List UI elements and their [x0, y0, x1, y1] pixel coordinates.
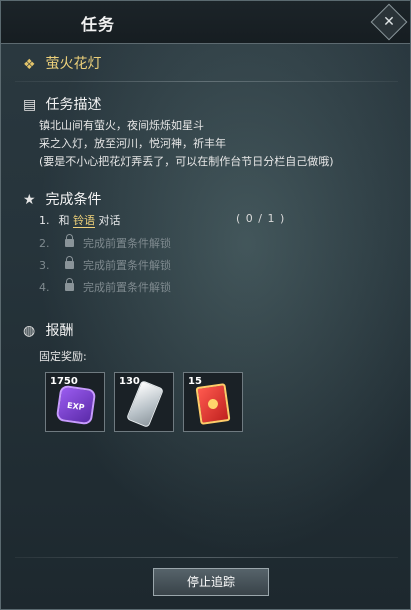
window-title: 任务	[81, 15, 116, 34]
condition-progress: ( 0 / 1 )	[236, 212, 286, 225]
document-icon: ▤	[23, 97, 37, 113]
lock-icon	[64, 234, 74, 247]
lock-icon	[64, 278, 74, 291]
description-line: 镇北山间有萤火，夜间烁烁如星斗	[39, 119, 204, 132]
close-icon: ✕	[383, 14, 395, 30]
quest-name-text: 萤火花灯	[45, 56, 102, 72]
quest-name: ❖ 萤火花灯	[23, 53, 101, 73]
divider	[15, 81, 398, 82]
red-envelope-icon	[195, 383, 231, 425]
condition-number: 2.	[39, 237, 50, 250]
section-description-label: 任务描述	[45, 97, 102, 113]
condition-text: 完成前置条件解锁	[83, 259, 171, 272]
reward-count: 130	[119, 376, 140, 387]
diamond-icon: ❖	[23, 57, 36, 73]
close-button[interactable]: ✕	[370, 3, 408, 41]
section-conditions-title: ★ 完成条件	[23, 189, 101, 209]
description-line: 采之入灯，放至河川，悦河神，祈丰年	[39, 137, 226, 150]
section-conditions-label: 完成条件	[45, 192, 102, 208]
reward-slot-exp[interactable]: 1750 EXP	[45, 372, 105, 432]
footer-divider	[15, 557, 398, 558]
condition-number: 3.	[39, 259, 50, 272]
exp-label: EXP	[66, 400, 86, 413]
stop-tracking-button[interactable]: 停止追踪	[153, 568, 269, 596]
condition-row-2: 2. 完成前置条件解锁	[39, 234, 171, 253]
condition-suffix: 对话	[98, 214, 121, 227]
section-description-title: ▤ 任务描述	[23, 94, 101, 114]
reward-slot-envelope[interactable]: 15	[183, 372, 243, 432]
section-rewards-label: 报酬	[45, 323, 74, 339]
condition-row-1: 1. 和 铃语 对话	[39, 212, 121, 230]
title-bar: 任务 ✕	[1, 1, 410, 44]
star-icon: ★	[23, 192, 36, 208]
quest-panel: 任务 ✕ ❖ 萤火花灯 ▤ 任务描述 镇北山间有萤火，夜间烁烁如星斗 采之入灯，…	[0, 0, 411, 610]
condition-text: 完成前置条件解锁	[83, 237, 171, 250]
coins-icon: ◍	[23, 323, 36, 339]
lock-icon	[64, 256, 74, 269]
condition-number: 4.	[39, 281, 50, 294]
fixed-rewards-label: 固定奖励:	[39, 350, 87, 363]
condition-text: 完成前置条件解锁	[83, 281, 171, 294]
section-rewards-title: ◍ 报酬	[23, 320, 73, 340]
quest-description: 镇北山间有萤火，夜间烁烁如星斗 采之入灯，放至河川，悦河神，祈丰年 (要是不小心…	[39, 117, 334, 171]
crystal-shard-icon	[126, 380, 164, 428]
exp-crystal-icon: EXP	[55, 384, 97, 426]
reward-count: 15	[188, 376, 202, 387]
condition-row-3: 3. 完成前置条件解锁	[39, 256, 171, 275]
condition-row-4: 4. 完成前置条件解锁	[39, 278, 171, 297]
condition-number: 1.	[39, 214, 50, 227]
reward-slot-crystal[interactable]: 130	[114, 372, 174, 432]
npc-link[interactable]: 铃语	[73, 214, 95, 228]
condition-prefix: 和	[58, 214, 70, 227]
description-line: (要是不小心把花灯弄丢了，可以在制作台节日分栏自己做哦)	[39, 155, 334, 168]
